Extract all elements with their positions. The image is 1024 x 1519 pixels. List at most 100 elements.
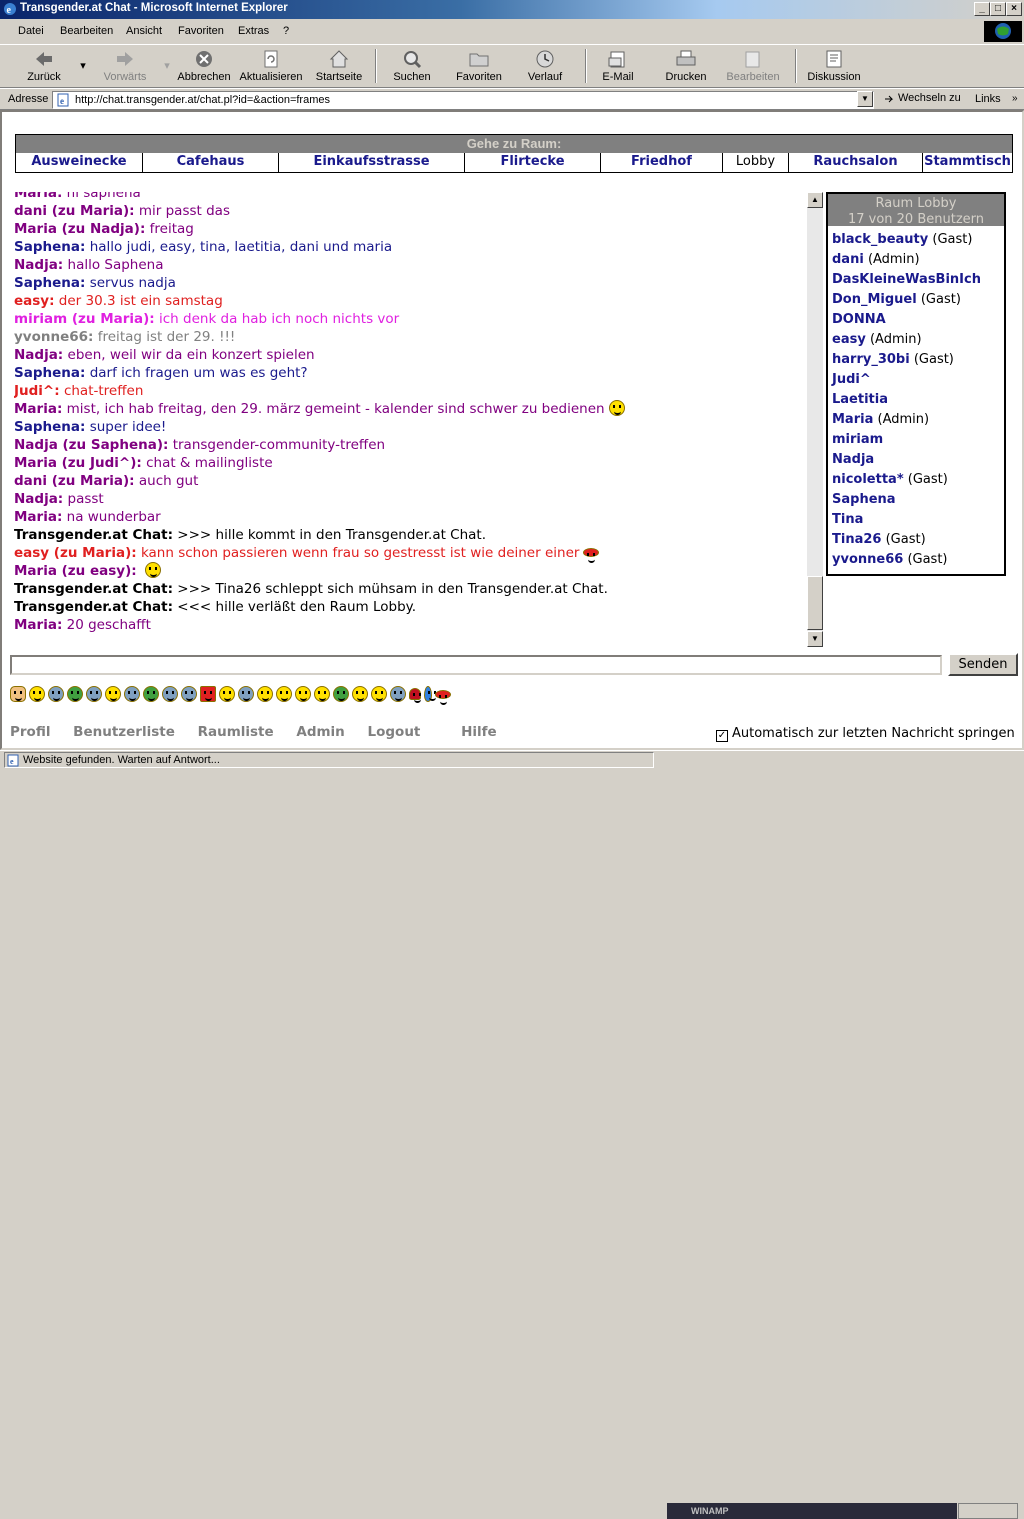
forward-button[interactable]: Vorwärts [100,47,150,87]
send-button[interactable]: Senden [948,653,1018,676]
question-smiley-icon[interactable] [181,686,197,702]
pacman-smiley-icon[interactable] [371,686,387,702]
user-list-item[interactable]: Tina [832,510,1004,530]
menu-datei[interactable]: Datei [18,25,44,37]
user-list-item[interactable]: yvonne66 (Gast) [832,550,1004,570]
logout-link[interactable]: Logout [368,724,421,740]
user-name[interactable]: DONNA [832,312,886,327]
links-button[interactable]: Links [975,93,1001,105]
frown-smiley-icon[interactable] [86,686,102,702]
room-cafehaus[interactable]: Cafehaus [143,153,279,172]
user-name[interactable]: Tina [832,512,863,527]
stop-button[interactable]: Abbrechen [176,47,232,87]
go-button[interactable]: Wechseln zu [880,91,965,109]
winamp-taskbar[interactable]: WINAMP [667,1503,957,1519]
minimize-button[interactable]: _ [974,2,990,16]
room-friedhof[interactable]: Friedhof [601,153,723,172]
user-list-item[interactable]: easy (Admin) [832,330,1004,350]
user-list-item[interactable]: Laetitia [832,390,1004,410]
maximize-button[interactable]: □ [990,2,1006,16]
menu-help[interactable]: ? [283,25,289,37]
admin-link[interactable]: Admin [296,724,344,740]
kiss-lips-icon[interactable] [435,690,451,705]
sad-smiley-icon[interactable] [48,686,64,702]
message-input[interactable] [10,655,942,675]
user-name[interactable]: yvonne66 [832,552,903,567]
autoscroll-checkbox[interactable]: ✓ [716,730,728,742]
favorites-button[interactable]: Favoriten [454,47,504,87]
address-dropdown-icon[interactable]: ▼ [857,91,873,107]
sunglasses-smiley-icon[interactable] [162,686,178,702]
heart-icon[interactable] [409,688,421,703]
print-button[interactable]: Drucken [664,47,708,87]
user-name[interactable]: dani [832,252,864,267]
tongue-smiley-icon[interactable] [219,686,235,702]
profile-link[interactable]: Profil [10,724,50,740]
back-button[interactable]: Zurück [20,47,68,87]
menu-extras[interactable]: Extras [238,25,269,37]
sick-smiley-icon[interactable] [67,686,83,702]
user-name[interactable]: Tina26 [832,532,881,547]
help-link[interactable]: Hilfe [461,724,497,740]
user-name[interactable]: Laetitia [832,392,888,407]
discuss-button[interactable]: Diskussion [806,47,862,87]
user-name[interactable]: DasKleineWasBinIch [832,272,981,287]
whistle-smiley-icon[interactable] [257,686,273,702]
grin-smiley-icon[interactable] [105,686,121,702]
room-list-link[interactable]: Raumliste [198,724,274,740]
user-name[interactable]: black_beauty [832,232,928,247]
user-list-item[interactable]: Saphena [832,490,1004,510]
close-button[interactable]: × [1006,2,1022,16]
user-list-item[interactable]: Don_Miguel (Gast) [832,290,1004,310]
edit-button[interactable]: Bearbeiten [726,47,780,87]
user-list-item[interactable]: black_beauty (Gast) [832,230,1004,250]
room-ausweinecke[interactable]: Ausweinecke [16,153,143,172]
nerd-smiley-icon[interactable] [295,686,311,702]
mail-button[interactable]: E-Mail [600,47,636,87]
room-rauchsalon[interactable]: Rauchsalon [789,153,923,172]
chat-scrollbar[interactable]: ▲ ▼ [807,192,823,647]
shocked-smiley-icon[interactable] [238,686,254,702]
user-name[interactable]: Nadja [832,452,874,467]
user-list-item[interactable]: DasKleineWasBinIch [832,270,1004,290]
user-list-item[interactable]: Judi^ [832,370,1004,390]
refresh-button[interactable]: Aktualisieren [238,47,304,87]
cool-smiley-icon[interactable] [314,686,330,702]
user-name[interactable]: Judi^ [832,372,871,387]
user-list-item[interactable]: Maria (Admin) [832,410,1004,430]
menu-ansicht[interactable]: Ansicht [126,25,162,37]
menu-bearbeiten[interactable]: Bearbeiten [60,25,113,37]
address-input[interactable]: e http://chat.transgender.at/chat.pl?id=… [52,91,874,109]
disgust-smiley-icon[interactable] [143,686,159,702]
user-list-item[interactable]: dani (Admin) [832,250,1004,270]
alien-smiley-icon[interactable] [333,686,349,702]
happy-smiley-icon[interactable] [352,686,368,702]
user-list-item[interactable]: DONNA [832,310,1004,330]
user-list-item[interactable]: harry_30bi (Gast) [832,350,1004,370]
smile-icon[interactable] [29,686,45,702]
history-button[interactable]: Verlauf [524,47,566,87]
user-list-item[interactable]: Tina26 (Gast) [832,530,1004,550]
user-name[interactable]: easy [832,332,866,347]
angry-smiley-icon[interactable] [200,686,216,702]
user-list-item[interactable]: Nadja [832,450,1004,470]
person-smiley-icon[interactable] [10,686,26,702]
room-stammtisch[interactable]: Stammtisch [923,153,1012,172]
home-button[interactable]: Startseite [314,47,364,87]
links-chevron-icon[interactable]: » [1012,93,1018,104]
scroll-thumb[interactable] [807,576,823,630]
user-name[interactable]: harry_30bi [832,352,910,367]
menu-favoriten[interactable]: Favoriten [178,25,224,37]
user-list-item[interactable]: nicoletta* (Gast) [832,470,1004,490]
autoscroll-option[interactable]: ✓ Automatisch zur letzten Nachricht sprin… [716,726,1015,742]
user-name[interactable]: miriam [832,432,883,447]
user-list-item[interactable]: miriam [832,430,1004,450]
user-name[interactable]: Saphena [832,492,896,507]
search-button[interactable]: Suchen [390,47,434,87]
user-name[interactable]: Don_Miguel [832,292,917,307]
user-name[interactable]: nicoletta* [832,472,904,487]
tear-icon[interactable] [424,686,436,702]
scroll-up-icon[interactable]: ▲ [807,192,823,208]
confused-smiley-icon[interactable] [124,686,140,702]
scroll-down-icon[interactable]: ▼ [807,631,823,647]
